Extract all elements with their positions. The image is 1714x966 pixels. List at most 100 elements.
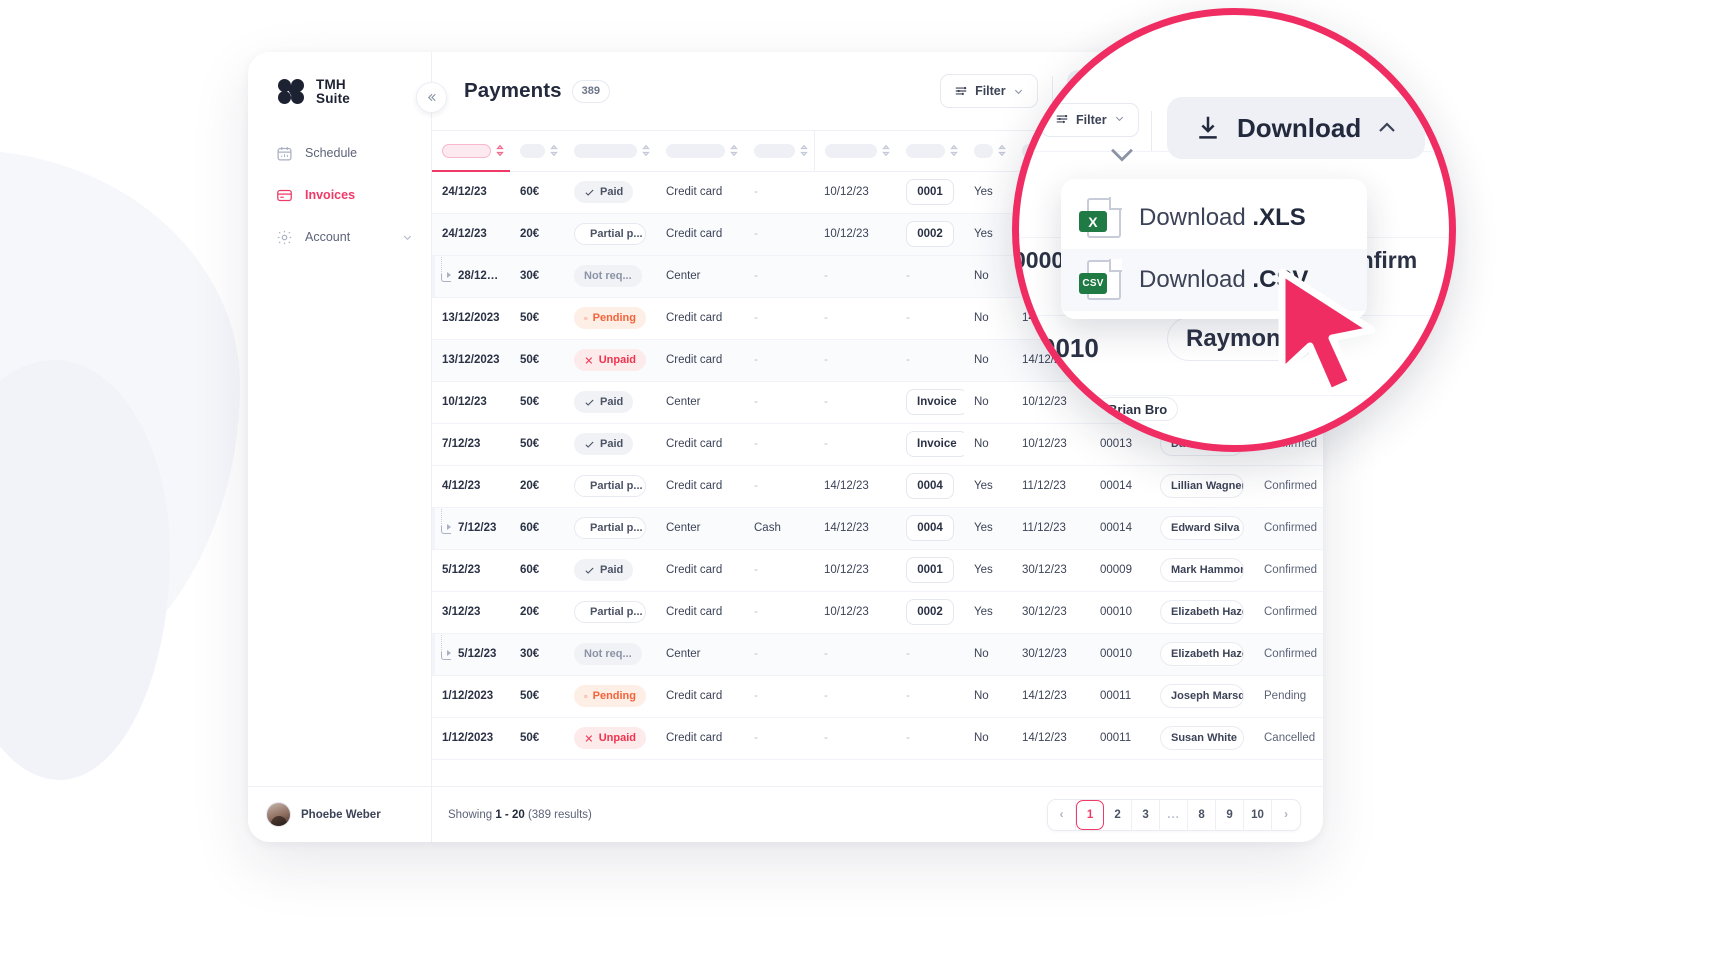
pagination-page-3[interactable]: 3 [1132, 799, 1161, 830]
sort-toggle-icon[interactable] [730, 144, 738, 157]
xls-file-icon: X [1079, 197, 1122, 238]
cell-booking: 00010 [1090, 633, 1150, 676]
cell-invoice[interactable]: 0002 [896, 591, 964, 634]
invoice-chip[interactable]: Invoice [906, 431, 964, 457]
invoice-chip[interactable]: 0004 [906, 515, 954, 541]
sidebar-item-invoices[interactable]: Invoices [248, 174, 431, 216]
status-badge: Partial p... [574, 517, 646, 539]
download-xls-item[interactable]: X Download .XLS [1061, 187, 1367, 249]
column-filter-amount[interactable] [510, 131, 564, 171]
cell-invoice[interactable]: Invoice [896, 381, 964, 424]
pagination-page-10[interactable]: 10 [1244, 799, 1273, 830]
sort-toggle-icon[interactable] [642, 144, 650, 157]
column-filter-due-date[interactable] [813, 131, 896, 171]
column-filter-date[interactable] [432, 131, 510, 172]
download-xls-label: Download .XLS [1139, 204, 1306, 231]
column-filter-invoice[interactable] [896, 131, 964, 171]
sort-toggle-icon[interactable] [950, 144, 958, 157]
cell-client[interactable]: Mark Hammond [1150, 549, 1254, 592]
column-filter-extra[interactable] [744, 131, 814, 171]
sidebar-item-account[interactable]: Account [248, 216, 431, 258]
magnified-filter-button[interactable]: Filter [1041, 103, 1139, 137]
invoice-chip[interactable]: 0001 [906, 557, 954, 583]
magnified-client-chip[interactable]: Brian Bro [1097, 397, 1179, 421]
status-badge: Partial p... [574, 223, 646, 245]
cell-extra: - [744, 255, 814, 298]
chevron-down-icon [402, 232, 413, 243]
table-row[interactable]: 5/12/23 30€ Not req... Center - - - No 30/12/23 0… [432, 633, 1323, 676]
table-row[interactable]: 4/12/23 20€ Partial p... Credit card -14/12/… [432, 465, 1323, 508]
pagination-page-1[interactable]: 1 [1076, 799, 1105, 830]
showing-total: (389 results) [527, 808, 592, 821]
magnified-download-button[interactable]: Download [1167, 97, 1426, 159]
sidebar-item-schedule[interactable]: Schedule [248, 132, 431, 174]
cell-method: Credit card [656, 297, 744, 340]
cell-client[interactable]: Elizabeth Haze... [1150, 591, 1254, 634]
cell-date: 5/12/23 [432, 633, 510, 676]
cell-invoice[interactable]: 0001 [896, 549, 964, 592]
magnified-booking-id: 00012 [1043, 407, 1082, 423]
magnified-chevron-down-icon[interactable] [1105, 137, 1139, 171]
client-chip[interactable]: Elizabeth Haze... [1160, 600, 1244, 624]
cell-amount: 50€ [510, 339, 564, 382]
sort-toggle-icon[interactable] [998, 144, 1006, 157]
invoice-chip[interactable]: 0001 [906, 179, 954, 205]
column-filter-status[interactable] [564, 131, 656, 171]
cell-amount: 50€ [510, 675, 564, 718]
pagination-page-9[interactable]: 9 [1216, 799, 1245, 830]
cell-invoice[interactable]: 0001 [896, 171, 964, 214]
pagination-ellipsis[interactable]: ... [1160, 799, 1189, 830]
cell-invoice[interactable]: 0004 [896, 465, 964, 508]
cell-required: No [964, 297, 1012, 340]
brand-logo[interactable]: TMH Suite [248, 52, 431, 106]
cell-extra: - [744, 465, 814, 508]
status-badge-label: Unpaid [598, 354, 636, 366]
sort-toggle-icon[interactable] [799, 144, 808, 157]
client-chip[interactable]: Joseph Marsden [1160, 684, 1244, 708]
client-chip[interactable]: Susan White [1160, 726, 1244, 750]
invoice-chip[interactable]: 0004 [906, 473, 954, 499]
cell-extra: - [744, 633, 814, 676]
pagination-page-8[interactable]: 8 [1188, 799, 1217, 830]
cell-state: Confirmed [1254, 465, 1323, 508]
cell-invoice[interactable]: Invoice [896, 423, 964, 466]
table-row[interactable]: 7/12/23 60€ Partial p... Center Cash 14/12/23… [432, 507, 1323, 550]
sort-toggle-icon[interactable] [550, 144, 558, 157]
client-chip[interactable]: Lillian Wagner [1160, 474, 1244, 498]
client-chip[interactable]: Mark Hammond [1160, 558, 1244, 582]
table-row[interactable]: 1/12/2023 50€ Pending Credit card - - - No 14/12… [432, 675, 1323, 718]
column-filter-method[interactable] [656, 131, 744, 171]
cell-client[interactable]: Lillian Wagner [1150, 465, 1254, 508]
cell-method: Center [656, 633, 744, 676]
table-row[interactable]: 1/12/2023 50€ Unpaid Credit card - - - No 14/12/… [432, 717, 1323, 760]
table-row[interactable]: 3/12/23 20€ Partial p... Credit card -10/12/… [432, 591, 1323, 634]
cell-invoice[interactable]: 0002 [896, 213, 964, 256]
column-filter-required[interactable] [964, 131, 1012, 171]
cell-client[interactable]: Elizabeth Haze... [1150, 633, 1254, 676]
showing-range: 1 - 20 [495, 808, 525, 821]
table-row[interactable]: 5/12/23 60€ Paid Credit card -10/12/23 0001 Ye… [432, 549, 1323, 592]
client-chip[interactable]: Edward Silva [1160, 516, 1244, 540]
cell-invoice[interactable]: 0004 [896, 507, 964, 550]
record-count-badge: 389 [571, 79, 611, 103]
pagination-prev[interactable]: ‹ [1048, 799, 1077, 830]
status-badge-label: Partial p... [590, 480, 643, 492]
sidebar-user[interactable]: Phoebe Weber [248, 786, 431, 842]
invoice-chip[interactable]: 0002 [906, 221, 954, 247]
sidebar-collapse-button[interactable] [416, 82, 447, 113]
cell-client[interactable]: Susan White [1150, 717, 1254, 760]
cell-client[interactable]: Edward Silva [1150, 507, 1254, 550]
cell-booking: 00009 [1090, 549, 1150, 592]
invoice-chip[interactable]: Invoice [906, 389, 964, 415]
invoice-chip[interactable]: 0002 [906, 599, 954, 625]
sort-toggle-icon[interactable] [882, 144, 890, 157]
sort-toggle-icon[interactable] [496, 144, 504, 157]
client-chip[interactable]: Elizabeth Haze... [1160, 642, 1244, 666]
cell-service-date: 11/12/23 [1012, 465, 1090, 508]
cell-due-date: 10/12/23 [814, 213, 896, 256]
cell-date: 3/12/23 [432, 591, 510, 634]
cell-due-date: 10/12/23 [814, 171, 896, 214]
cell-client[interactable]: Joseph Marsden [1150, 675, 1254, 718]
pagination-page-2[interactable]: 2 [1104, 799, 1133, 830]
pagination-next[interactable]: › [1272, 799, 1301, 830]
